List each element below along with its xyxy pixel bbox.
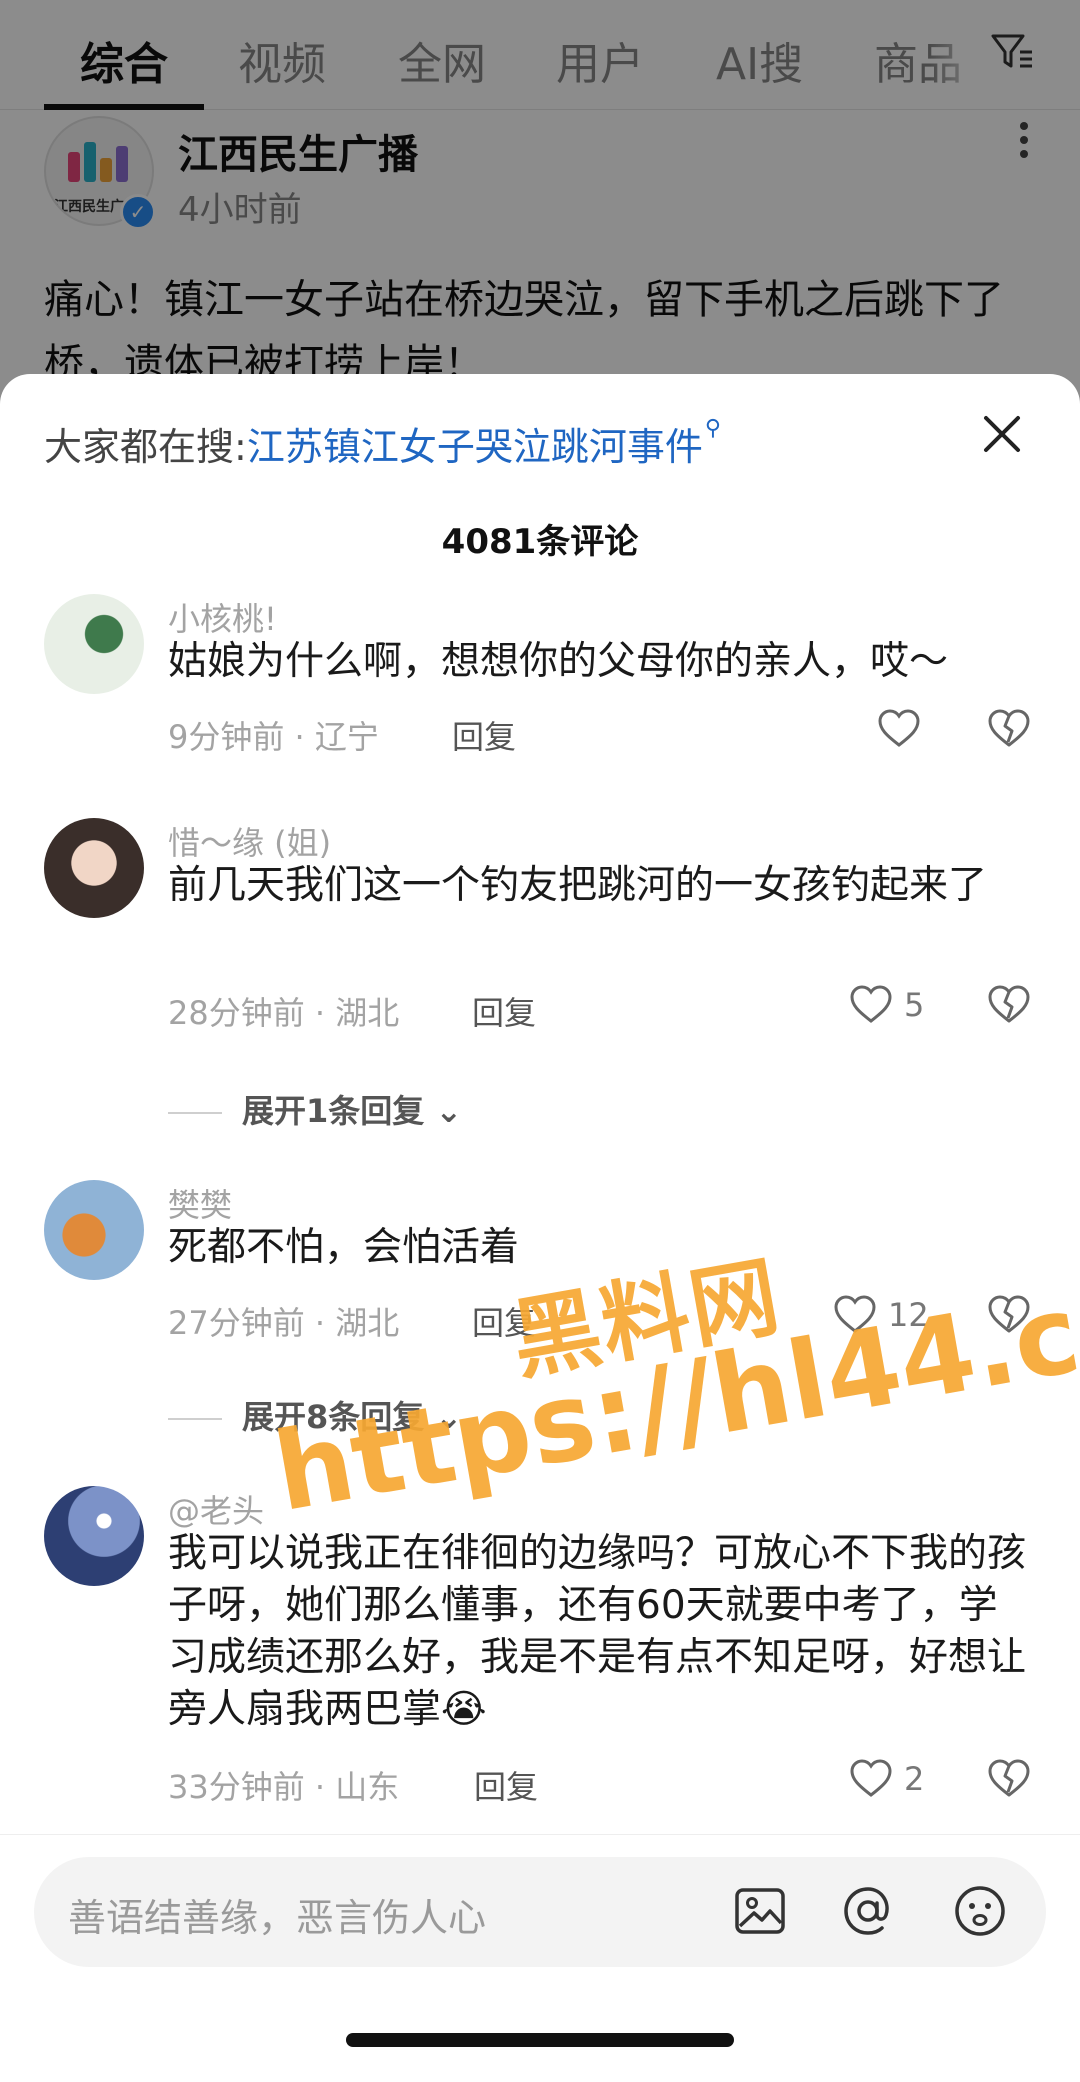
like-button[interactable]: 5 xyxy=(848,982,948,1032)
search-results-page: 综合 视频 全网 用户 AI搜 商品 江西民生广 ✓ 江西民生广播 4小时前 痛… xyxy=(0,0,1080,2082)
expand-replies-button[interactable]: 展开1条回复 ⌄ xyxy=(168,1086,462,1132)
reply-button[interactable]: 回复 xyxy=(472,988,536,1034)
comment-sheet: 大家都在搜:江苏镇江女子哭泣跳河事件⚲ 4081条评论 小核桃! 姑娘为什么啊，… xyxy=(0,374,1080,2082)
background-feed: 综合 视频 全网 用户 AI搜 商品 江西民生广 ✓ 江西民生广播 4小时前 痛… xyxy=(0,0,1080,420)
comment-text[interactable]: 姑娘为什么啊，想想你的父母你的亲人，哎～ xyxy=(168,636,1028,688)
home-indicator[interactable] xyxy=(346,2033,734,2047)
reply-button[interactable]: 回复 xyxy=(452,712,516,758)
comment-input[interactable]: 善语结善缘，恶言伤人心 xyxy=(34,1857,1046,1967)
commenter-avatar[interactable] xyxy=(44,594,144,694)
dislike-icon[interactable] xyxy=(986,706,1032,752)
image-icon[interactable] xyxy=(730,1881,790,1941)
commenter-name[interactable]: @老头 xyxy=(168,1486,264,1532)
search-icon: ⚲ xyxy=(704,416,721,441)
hot-search-label: 大家都在搜: xyxy=(44,425,247,469)
comment-meta: 9分钟前 · 辽宁 xyxy=(168,718,379,756)
heart-icon xyxy=(878,709,920,747)
hot-search-link[interactable]: 江苏镇江女子哭泣跳河事件 xyxy=(247,425,703,469)
mention-icon[interactable] xyxy=(838,1881,898,1941)
dim-overlay[interactable] xyxy=(0,0,1080,420)
comment-meta: 28分钟前 · 湖北 xyxy=(168,994,400,1032)
heart-icon xyxy=(850,1759,892,1797)
commenter-avatar[interactable] xyxy=(44,1180,144,1280)
reply-button[interactable]: 回复 xyxy=(474,1762,538,1808)
emoji-icon[interactable] xyxy=(950,1881,1010,1941)
commenter-name[interactable]: 樊樊 xyxy=(168,1180,232,1226)
comment-text[interactable]: 前几天我们这一个钓友把跳河的一女孩钓起来了 xyxy=(168,860,1028,912)
divider-line xyxy=(168,1418,222,1420)
commenter-avatar[interactable] xyxy=(44,818,144,918)
close-icon[interactable] xyxy=(980,412,1024,456)
divider-line xyxy=(168,1112,222,1114)
heart-icon xyxy=(850,985,892,1023)
commenter-avatar[interactable] xyxy=(44,1486,144,1586)
comment-meta: 33分钟前 · 山东 xyxy=(168,1768,400,1806)
like-button[interactable]: 2 xyxy=(848,1756,948,1806)
comment-text[interactable]: 我可以说我正在徘徊的边缘吗？可放心不下我的孩子呀，她们那么懂事，还有60天就要中… xyxy=(168,1528,1028,1736)
commenter-name[interactable]: 小核桃! xyxy=(168,594,277,640)
like-count: 5 xyxy=(904,986,925,1024)
comment-count: 4081条评论 xyxy=(441,522,639,562)
comment-input-bar: 善语结善缘，恶言伤人心 xyxy=(0,1834,1080,2082)
input-placeholder: 善语结善缘，恶言伤人心 xyxy=(68,1896,487,1940)
like-count: 2 xyxy=(904,1760,925,1798)
expand-replies-label: 展开1条回复 xyxy=(242,1092,425,1130)
dislike-icon[interactable] xyxy=(986,982,1032,1028)
dislike-icon[interactable] xyxy=(986,1756,1032,1802)
hot-search[interactable]: 大家都在搜:江苏镇江女子哭泣跳河事件⚲ xyxy=(44,416,721,471)
comment-meta: 27分钟前 · 湖北 xyxy=(168,1304,400,1342)
commenter-name[interactable]: 惜～缘 (姐) xyxy=(168,818,331,864)
chevron-down-icon: ⌄ xyxy=(435,1092,463,1130)
like-button[interactable] xyxy=(876,706,932,756)
